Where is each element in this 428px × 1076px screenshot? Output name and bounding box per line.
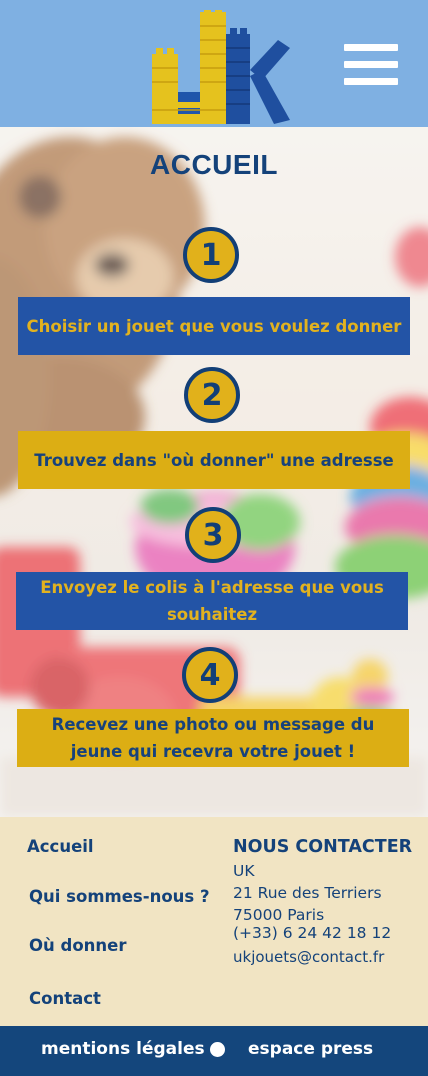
step-4-text: Recevez une photo ou message du jeune qu… [17,709,409,767]
bottom-bar: mentions légales espace press [0,1026,428,1076]
hero-section: ACCUEIL 1 Choisir un jouet que vous voul… [0,127,428,817]
step-4-badge: 4 [182,647,238,703]
contact-email[interactable]: ukjouets@contact.fr [233,948,384,966]
menu-bar [344,78,398,85]
contact-company: UK [233,862,255,880]
step-1-text: Choisir un jouet que vous voulez donner [18,297,410,355]
step-2-badge: 2 [184,367,240,423]
site-header [0,0,428,127]
footer-link-ou-donner[interactable]: Où donner [29,936,127,955]
site-footer: Accueil Qui sommes-nous ? Où donner Cont… [0,817,428,1026]
footer-link-contact[interactable]: Contact [29,989,101,1008]
contact-city: 75000 Paris [233,906,325,924]
step-3-badge: 3 [185,507,241,563]
step-2-text: Trouvez dans "où donner" une adresse [18,431,410,489]
legal-notice-link[interactable]: mentions légales [41,1039,205,1059]
page-title: ACCUEIL [150,149,278,180]
footer-link-accueil[interactable]: Accueil [27,837,94,856]
separator-dot-icon [210,1042,225,1057]
step-3-text: Envoyez le colis à l'adresse que vous so… [16,572,408,630]
contact-phone[interactable]: (+33) 6 24 42 18 12 [233,924,391,942]
contact-street: 21 Rue des Terriers [233,884,382,902]
press-link[interactable]: espace press [248,1039,373,1059]
contact-heading: NOUS CONTACTER [233,837,413,857]
hamburger-menu-icon[interactable] [344,44,398,85]
step-1-badge: 1 [183,227,239,283]
menu-bar [344,61,398,68]
uk-logo[interactable] [150,10,290,125]
menu-bar [344,44,398,51]
footer-link-qui-sommes-nous[interactable]: Qui sommes-nous ? [29,887,210,906]
